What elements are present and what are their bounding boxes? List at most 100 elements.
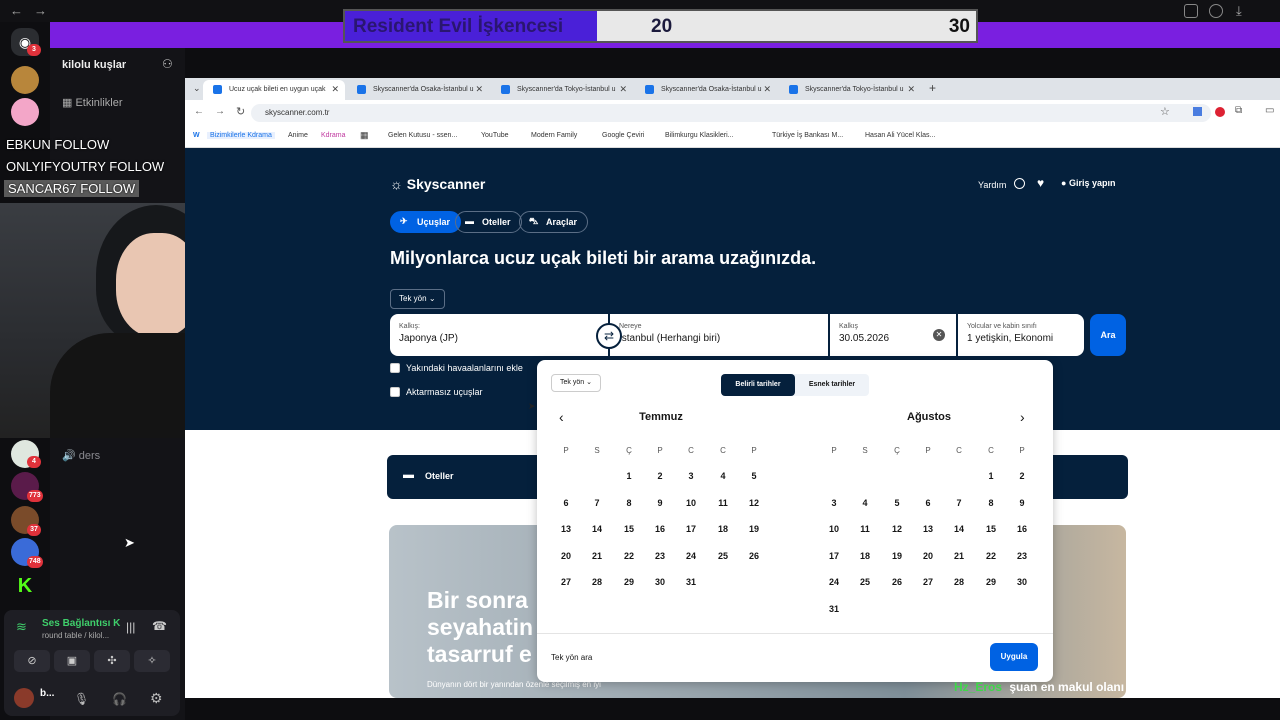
calendar-day[interactable]: 16	[1012, 524, 1032, 534]
activities-icon[interactable]: ✣	[94, 650, 130, 672]
calendar-day[interactable]: 10	[681, 498, 701, 508]
headphones-icon[interactable]: 🎧	[112, 692, 127, 706]
calendar-day[interactable]: 27	[918, 577, 938, 587]
close-icon[interactable]: ✕	[619, 84, 627, 95]
extension-icon[interactable]	[1215, 107, 1225, 117]
bookmark[interactable]: Bilimkurgu Klasikleri...	[665, 132, 733, 139]
close-icon[interactable]: ✕	[331, 84, 339, 95]
calendar-day[interactable]: 9	[1012, 498, 1032, 508]
camera-off-icon[interactable]: ⊘	[14, 650, 50, 672]
apps-grid-icon[interactable]: ▦	[360, 130, 369, 141]
disconnect-icon[interactable]: ☎	[152, 619, 167, 633]
calendar-day[interactable]: 19	[887, 551, 907, 561]
calendar-day[interactable]: 2	[1012, 471, 1032, 481]
browser-tab[interactable]: Skyscanner'da Osaka-İstanbul u ✕	[347, 80, 489, 100]
bookmark-star-icon[interactable]: ☆	[1160, 105, 1170, 118]
calendar-day[interactable]: 4	[855, 498, 875, 508]
microphone-icon[interactable]: 🎙	[74, 692, 89, 706]
forward-arrow-icon[interactable]: →	[215, 106, 225, 117]
calendar-day[interactable]: 17	[824, 551, 844, 561]
events-item[interactable]: ▦ Etkinlikler	[62, 96, 123, 109]
bookmark[interactable]: Türkiye İş Bankası M...	[772, 132, 843, 139]
nearby-checkbox[interactable]	[390, 363, 400, 373]
destination-field[interactable]: Nereye İstanbul (Herhangi biri)	[610, 314, 828, 356]
screen-share-icon[interactable]: ▣	[54, 650, 90, 672]
bookmark[interactable]: Modern Family	[531, 132, 577, 139]
extension-icon[interactable]	[1193, 107, 1202, 116]
calendar-day[interactable]: 20	[556, 551, 576, 561]
calendar-day[interactable]: 30	[1012, 577, 1032, 587]
side-panel-icon[interactable]: ▭	[1265, 105, 1274, 116]
bookmark[interactable]: YouTube	[481, 132, 509, 139]
tab-flights[interactable]: ✈ Uçuşlar	[390, 211, 462, 233]
skyscanner-logo[interactable]: ☼ Skyscanner	[390, 176, 485, 192]
calendar-day[interactable]: 9	[650, 498, 670, 508]
browser-tab[interactable]: Ucuz uçak bileti en uygun uçak ✕	[203, 80, 345, 100]
calendar-day[interactable]: 8	[981, 498, 1001, 508]
calendar-day[interactable]: 8	[619, 498, 639, 508]
globe-icon[interactable]	[1014, 178, 1025, 189]
calendar-day[interactable]: 12	[744, 498, 764, 508]
heart-icon[interactable]: ♥	[1037, 176, 1044, 190]
bookmark[interactable]: Hasan Ali Yücel Klas...	[865, 132, 935, 139]
trip-type-select[interactable]: Tek yön ⌄	[551, 374, 601, 392]
back-arrow-icon[interactable]: ←	[194, 106, 204, 117]
calendar-day[interactable]: 7	[949, 498, 969, 508]
calendar-day[interactable]: 10	[824, 524, 844, 534]
calendar-day[interactable]: 1	[619, 471, 639, 481]
calendar-day[interactable]: 13	[556, 524, 576, 534]
calendar-day[interactable]: 25	[855, 577, 875, 587]
calendar-day[interactable]: 11	[855, 524, 875, 534]
help-icon[interactable]	[1209, 4, 1223, 18]
prev-month-icon[interactable]: ‹	[559, 409, 564, 425]
url-bar[interactable]: skyscanner.com.tr	[251, 104, 1211, 122]
voice-channel-ders[interactable]: 🔊 ders	[62, 449, 100, 462]
calendar-day[interactable]: 23	[1012, 551, 1032, 561]
effects-icon[interactable]: ✧	[134, 650, 170, 672]
calendar-day[interactable]: 28	[949, 577, 969, 587]
origin-field[interactable]: Kalkış: Japonya (JP)	[390, 314, 608, 356]
server-icon[interactable]	[11, 98, 39, 126]
next-month-icon[interactable]: ›	[1020, 409, 1025, 425]
bookmark[interactable]: Bizimkilerle Kdrama	[207, 132, 275, 139]
swap-icon[interactable]: ⇄	[596, 323, 622, 349]
login-link[interactable]: ● Giriş yapın	[1061, 178, 1115, 188]
bookmark[interactable]: W	[193, 132, 200, 139]
calendar-day[interactable]: 26	[744, 551, 764, 561]
calendar-day[interactable]: 24	[824, 577, 844, 587]
clear-date-icon[interactable]: ✕	[933, 329, 945, 341]
calendar-day[interactable]: 6	[918, 498, 938, 508]
oneway-search-link[interactable]: Tek yön ara	[551, 653, 592, 662]
calendar-day[interactable]: 14	[587, 524, 607, 534]
calendar-day[interactable]: 5	[887, 498, 907, 508]
calendar-day[interactable]: 11	[713, 498, 733, 508]
calendar-day[interactable]: 18	[855, 551, 875, 561]
settings-gear-icon[interactable]: ⚙	[150, 690, 163, 707]
trip-type-select[interactable]: Tek yön ⌄	[390, 289, 445, 309]
forward-arrow-icon[interactable]: →	[34, 3, 47, 18]
calendar-day[interactable]: 7	[587, 498, 607, 508]
calendar-day[interactable]: 22	[619, 551, 639, 561]
apply-button[interactable]: Uygula	[990, 643, 1038, 671]
direct-checkbox[interactable]	[390, 387, 400, 397]
calendar-day[interactable]: 6	[556, 498, 576, 508]
back-arrow-icon[interactable]: ←	[10, 3, 23, 18]
user-avatar[interactable]	[14, 688, 34, 708]
extensions-puzzle-icon[interactable]: ⧉	[1235, 105, 1242, 116]
calendar-day[interactable]: 21	[949, 551, 969, 561]
calendar-day[interactable]: 14	[949, 524, 969, 534]
calendar-day[interactable]: 3	[824, 498, 844, 508]
calendar-day[interactable]: 17	[681, 524, 701, 534]
calendar-day[interactable]: 16	[650, 524, 670, 534]
calendar-day[interactable]: 24	[681, 551, 701, 561]
close-icon[interactable]: ✕	[475, 84, 483, 95]
calendar-day[interactable]: 29	[619, 577, 639, 587]
close-icon[interactable]: ✕	[763, 84, 771, 95]
calendar-day[interactable]: 3	[681, 471, 701, 481]
calendar-day[interactable]: 31	[681, 577, 701, 587]
calendar-day[interactable]: 31	[824, 604, 844, 614]
tab-fixed-dates[interactable]: Belirli tarihler	[721, 374, 795, 396]
server-icon[interactable]	[11, 66, 39, 94]
kick-icon[interactable]: K	[11, 572, 39, 600]
calendar-day[interactable]: 26	[887, 577, 907, 587]
